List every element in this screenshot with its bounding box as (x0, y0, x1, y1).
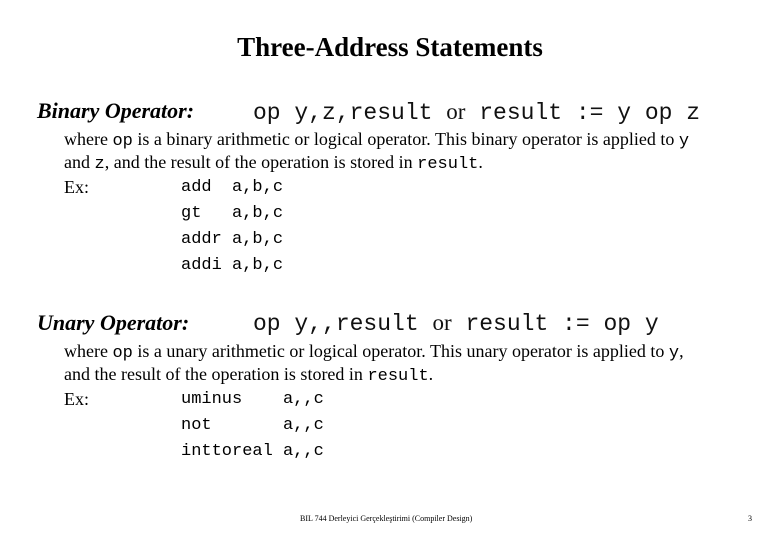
unary-sig-form1: op y,,result (253, 311, 419, 337)
binary-sig-form2: result := y op z (479, 100, 701, 126)
example-args: a,b,c (232, 178, 284, 197)
text: . (478, 152, 483, 172)
example-op: uminus (181, 390, 284, 409)
binary-ex-label: Ex: (64, 177, 89, 197)
binary-signature: op y,z,result or result := y op z (253, 99, 700, 126)
example-op: addi (181, 256, 222, 275)
example-args: a,b,c (232, 256, 284, 275)
example-op: gt (181, 204, 222, 223)
binary-description-line1: where op is a binary arithmetic or logic… (64, 128, 689, 153)
unary-signature: op y,,result or result := op y (253, 310, 659, 337)
code-z: z (94, 155, 105, 174)
slide-title: Three-Address Statements (237, 32, 543, 62)
unary-sig-form2: result := op y (465, 311, 659, 337)
binary-example: add a,b,c (181, 178, 283, 197)
unary-description-line2: and the result of the operation is store… (64, 363, 433, 388)
footer-course-title: BIL 744 Derleyici Gerçekleştirimi (Compi… (300, 514, 473, 523)
example-args: a,,c (283, 442, 324, 461)
unary-description-line1: where op is a unary arithmetic or logica… (64, 340, 684, 365)
example-op: add (181, 178, 222, 197)
binary-example: gt a,b,c (181, 204, 283, 223)
text: and the result of the operation is store… (64, 364, 368, 384)
text: . (428, 364, 434, 384)
text: where (64, 129, 113, 149)
unary-example: not a,,c (181, 416, 324, 435)
code-y: y (668, 344, 680, 363)
example-op: addr (181, 230, 222, 249)
binary-example: addi a,b,c (181, 256, 283, 275)
binary-sig-or: or (446, 99, 466, 124)
unary-example: uminus a,,c (181, 390, 324, 409)
text: and (64, 152, 95, 172)
text: , (679, 341, 684, 361)
text: where (64, 341, 113, 361)
binary-description-line2: and z, and the result of the operation i… (64, 151, 483, 176)
binary-example: addr a,b,c (181, 230, 283, 249)
code-op: op (112, 132, 133, 151)
code-result: result (417, 155, 479, 174)
page-number: 3 (748, 514, 752, 523)
binary-sig-form1: op y,z,result (253, 100, 433, 126)
example-args: a,b,c (232, 230, 284, 249)
text: is a unary arithmetic or logical operato… (132, 341, 669, 361)
example-args: a,,c (283, 390, 324, 409)
unary-ex-label: Ex: (64, 389, 89, 409)
unary-sig-or: or (432, 310, 452, 335)
unary-operator-label: Unary Operator: (37, 310, 190, 335)
example-args: a,b,c (232, 204, 284, 223)
code-result: result (367, 367, 429, 386)
text: , and the result of the operation is sto… (104, 152, 418, 172)
example-op: not (181, 416, 284, 435)
code-y: y (678, 132, 690, 151)
example-args: a,,c (283, 416, 324, 435)
text: is a binary arithmetic or logical operat… (132, 129, 679, 149)
unary-example: inttoreal a,,c (181, 442, 324, 461)
code-op: op (112, 344, 133, 363)
binary-operator-label: Binary Operator: (37, 98, 195, 123)
example-op: inttoreal (181, 442, 284, 461)
